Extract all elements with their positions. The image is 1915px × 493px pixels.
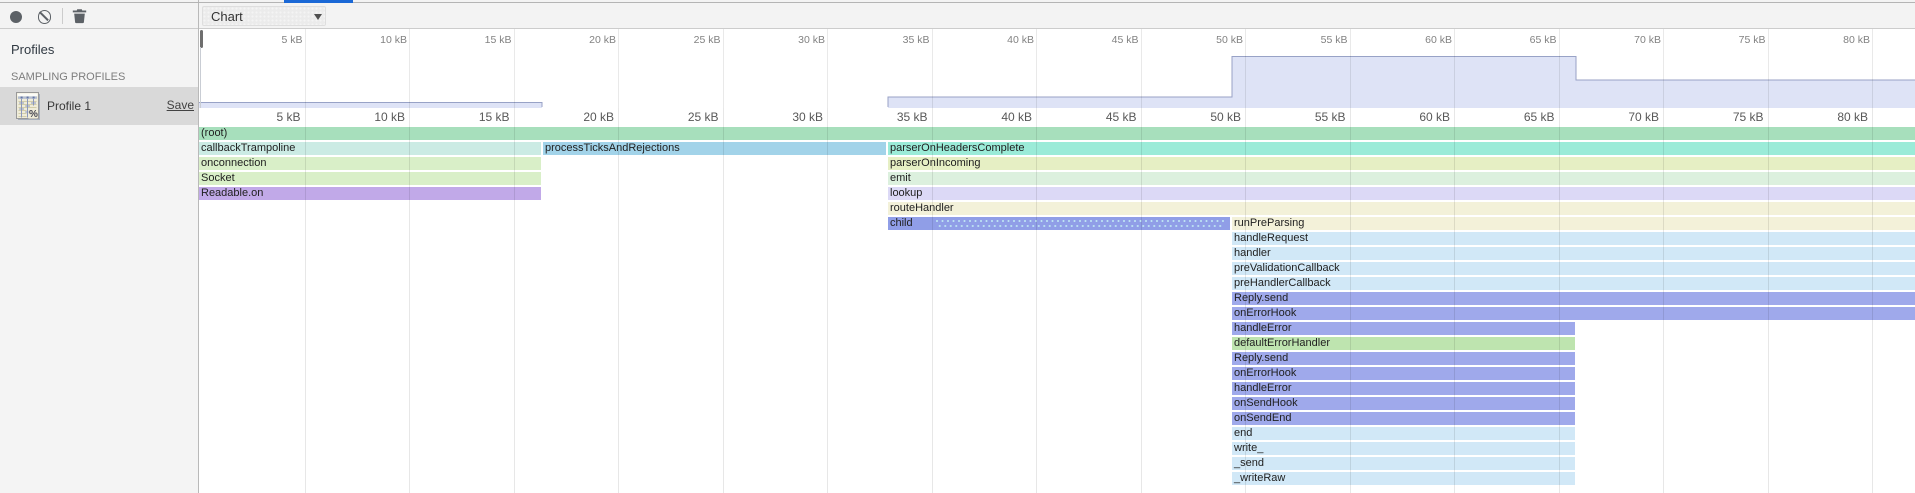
svg-text:%: % (29, 109, 38, 120)
